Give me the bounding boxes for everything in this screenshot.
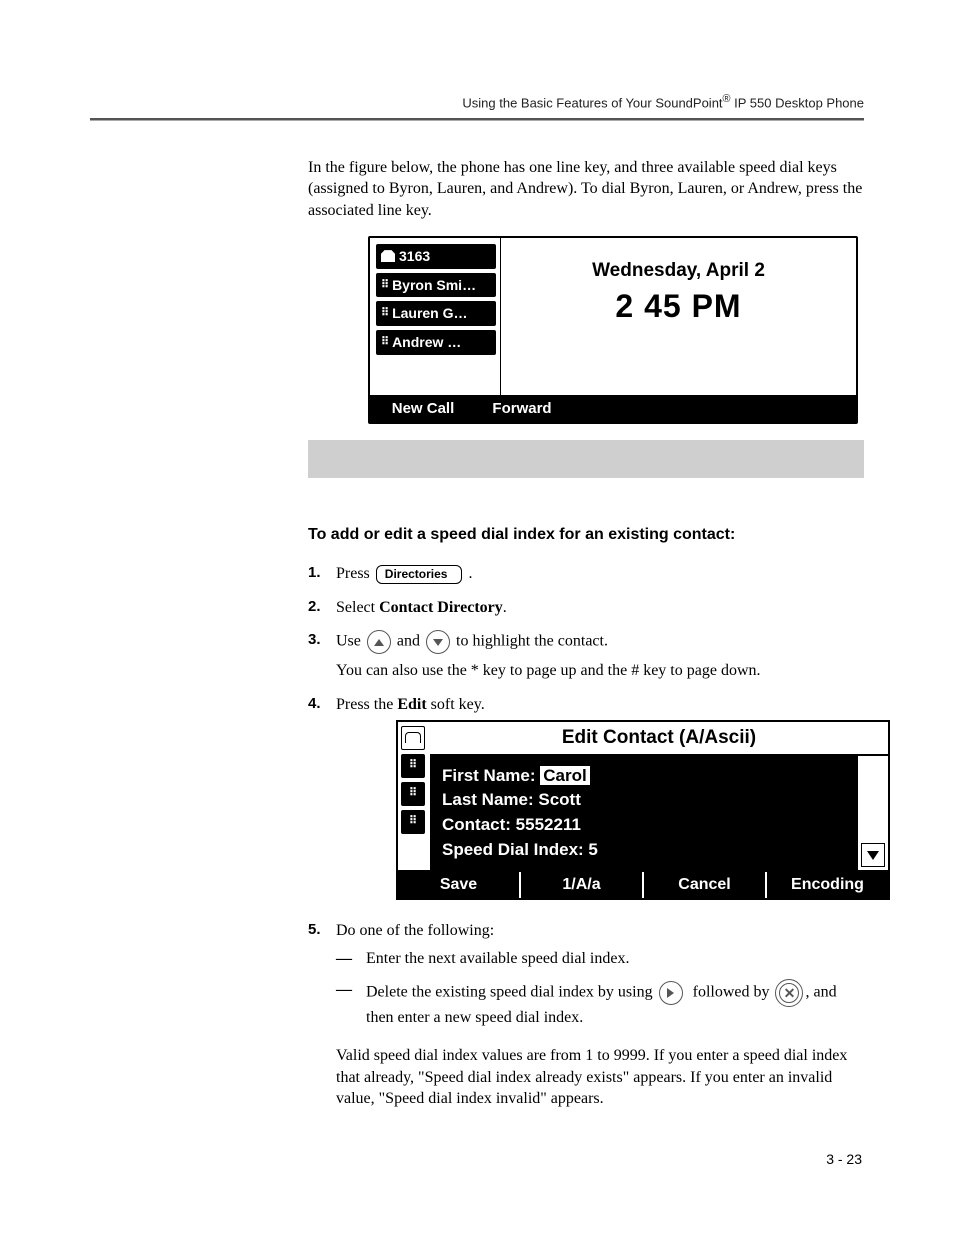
speed-dial-icon: ⠿: [381, 335, 388, 350]
step-text: Press: [336, 565, 370, 582]
procedure-title: To add or edit a speed dial index for an…: [308, 524, 864, 546]
step-text: Select: [336, 599, 379, 616]
field-label: First Name:: [442, 766, 536, 785]
contact-row: Contact: 5552211: [442, 813, 846, 838]
step-text: Press the: [336, 696, 397, 713]
intro-paragraph: In the figure below, the phone has one l…: [308, 157, 864, 222]
step-text: Delete the existing speed dial index by …: [366, 984, 653, 1001]
edit-contact-title: Edit Contact (A/Ascii): [430, 722, 888, 756]
speed-dial-label: Lauren G…: [392, 304, 467, 323]
softkey-new-call: New Call: [370, 397, 478, 421]
speed-dial-icon: ⠿: [381, 306, 388, 321]
softkey-save: Save: [398, 872, 521, 898]
softkey-row: New Call Forward: [370, 395, 856, 421]
speed-dial-key-3: ⠿ Andrew …: [376, 330, 496, 355]
nav-down-icon: [426, 630, 450, 654]
line-key-extension: 3163: [376, 244, 496, 269]
nav-up-icon: [367, 630, 391, 654]
phone-home-screen-figure: 3163 ⠿ Byron Smi… ⠿ Lauren G… ⠿ Andrew …: [368, 236, 858, 424]
field-value-selected: Carol: [540, 766, 589, 785]
step-2: Select Contact Directory.: [308, 597, 864, 631]
step-5: Do one of the following: Enter the next …: [308, 920, 864, 1122]
softkey-empty: [568, 397, 856, 421]
softkey-input-mode: 1/A/a: [521, 872, 644, 898]
screen-time: 2 45 PM: [615, 285, 741, 328]
edit-contact-body: First Name: Carol Last Name: Scott Conta…: [430, 756, 856, 871]
step-note: You can also use the * key to page up an…: [336, 660, 864, 682]
line-key-column: 3163 ⠿ Byron Smi… ⠿ Lauren G… ⠿ Andrew …: [370, 238, 501, 422]
edit-contact-figure: ⠿ ⠿ ⠿ Edit Contact (A/Ascii) First Name:…: [396, 720, 890, 901]
last-name-row: Last Name: Scott: [442, 788, 846, 813]
step-5-option-a: Enter the next available speed dial inde…: [336, 948, 864, 980]
scroll-column: [856, 756, 888, 871]
keypad-icon: ⠿: [401, 782, 425, 806]
step-text: soft key.: [427, 696, 485, 713]
step-text: .: [503, 599, 507, 616]
step-text: and: [397, 633, 420, 650]
placeholder-bar: [308, 440, 864, 478]
delete-x-icon: ✕: [775, 979, 803, 1007]
speed-dial-key-2: ⠿ Lauren G…: [376, 301, 496, 326]
edit-softkey-row: Save 1/A/a Cancel Encoding: [398, 870, 888, 898]
speed-dial-label: Andrew …: [392, 333, 461, 352]
step-text: to highlight the contact.: [456, 633, 608, 650]
step-4: Press the Edit soft key. ⠿ ⠿ ⠿ Edit Cont…: [308, 694, 864, 920]
bold-term: Contact Directory: [379, 599, 503, 616]
softkey-forward: Forward: [478, 397, 568, 421]
header-rule: [90, 118, 864, 121]
step-text: .: [468, 565, 472, 582]
softkey-cancel: Cancel: [644, 872, 767, 898]
phone-icon: [381, 250, 395, 262]
directories-button: Directories: [376, 565, 463, 584]
step-text: Use: [336, 633, 361, 650]
running-header: Using the Basic Features of Your SoundPo…: [90, 92, 864, 112]
left-icon-column: ⠿ ⠿ ⠿: [398, 722, 430, 871]
step-text: Do one of the following:: [336, 922, 494, 939]
speed-dial-key-1: ⠿ Byron Smi…: [376, 273, 496, 298]
step-text: followed by: [693, 984, 770, 1001]
step-note: Valid speed dial index values are from 1…: [336, 1045, 864, 1110]
nav-right-icon: [659, 981, 683, 1005]
step-1: Press Directories .: [308, 563, 864, 597]
step-5-option-b: Delete the existing speed dial index by …: [336, 979, 864, 1039]
first-name-row: First Name: Carol: [442, 764, 846, 789]
extension-number: 3163: [399, 247, 430, 266]
scroll-down-icon: [861, 843, 885, 867]
screen-date: Wednesday, April 2: [592, 258, 765, 284]
keypad-icon: ⠿: [401, 754, 425, 778]
handset-icon: [401, 726, 425, 750]
speed-dial-index-row: Speed Dial Index: 5: [442, 838, 846, 863]
speed-dial-label: Byron Smi…: [392, 276, 476, 295]
bold-term: Edit: [397, 696, 426, 713]
keypad-icon: ⠿: [401, 810, 425, 834]
speed-dial-icon: ⠿: [381, 278, 388, 293]
page-number: 3 - 23: [308, 1150, 864, 1169]
step-3: Use and to highlight the contact. You ca…: [308, 630, 864, 694]
softkey-encoding: Encoding: [767, 872, 888, 898]
